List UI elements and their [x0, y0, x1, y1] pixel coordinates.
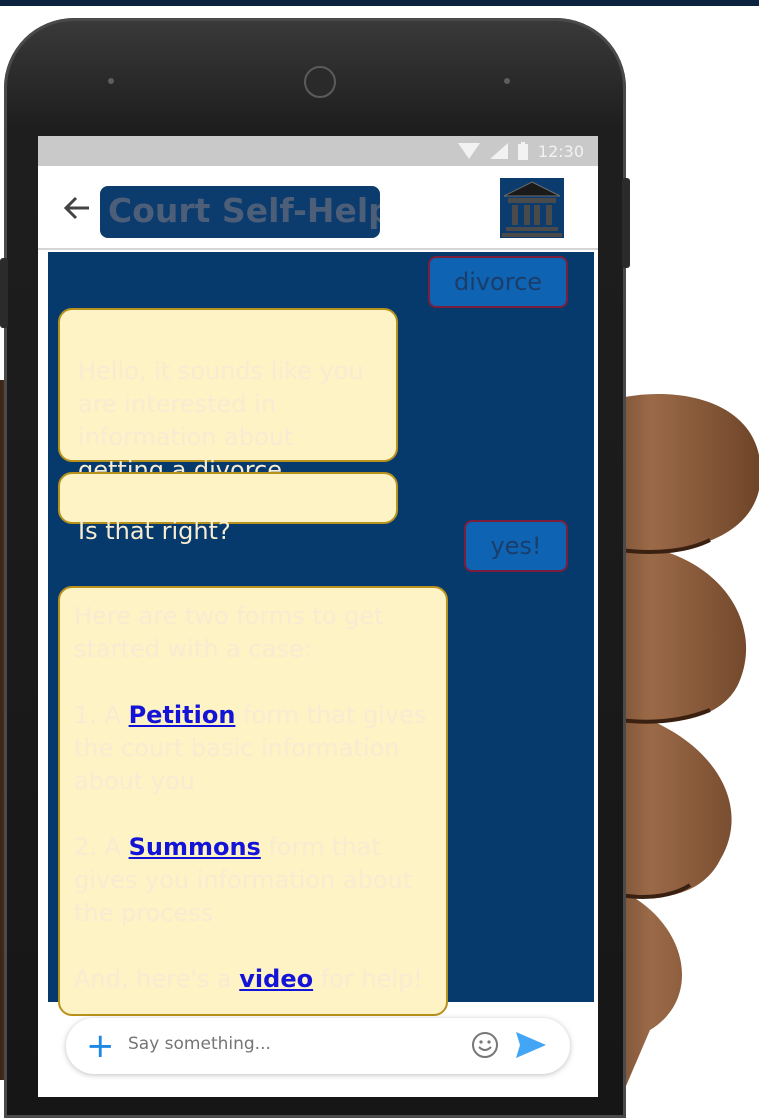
phone-frame: 12:30 Court Self-Help divorce Hello, it …	[0, 18, 630, 1118]
summons-link[interactable]: Summons	[129, 833, 261, 861]
plus-icon[interactable]: +	[86, 1026, 115, 1066]
send-icon[interactable]	[514, 1030, 548, 1060]
forms-item-2: 2. A Summons form that gives you informa…	[74, 831, 432, 930]
outro-prefix: And, here's a	[74, 965, 240, 993]
top-banner-strip	[0, 0, 759, 6]
forms-outro: And, here's a video for help!	[74, 963, 432, 996]
message-input-bar: +	[66, 1018, 570, 1074]
signal-icon	[489, 143, 508, 159]
power-button	[622, 178, 630, 268]
status-bar: 12:30	[38, 136, 598, 166]
status-time: 12:30	[537, 141, 584, 161]
phone-screen: 12:30 Court Self-Help divorce Hello, it …	[38, 136, 598, 1097]
forms-item-1: 1. A Petition form that gives the court …	[74, 699, 432, 798]
video-link[interactable]: video	[239, 965, 313, 993]
outro-suffix: for help!	[313, 965, 423, 993]
bot-message-forms: Here are two forms to get started with a…	[58, 586, 448, 1016]
chat-area[interactable]: divorce Hello, it sounds like you are in…	[48, 252, 594, 1016]
bot-message-greeting: Hello, it sounds like you are interested…	[58, 308, 398, 484]
item-1-prefix: 1. A	[74, 701, 129, 729]
user-message-yes: yes!	[464, 520, 568, 572]
message-input[interactable]	[126, 1033, 460, 1055]
front-camera-icon	[304, 66, 336, 98]
speaker-dot	[108, 78, 114, 84]
item-2-prefix: 2. A	[74, 833, 129, 861]
bot-message-text: Hello, it sounds like you are interested…	[78, 357, 364, 484]
bot-message-text: Is that right?	[78, 517, 231, 545]
user-message-text: divorce	[453, 268, 543, 296]
app-header: Court Self-Help	[38, 166, 598, 250]
courthouse-icon[interactable]	[500, 178, 564, 238]
user-message-text: yes!	[490, 532, 542, 560]
sensor-dot	[504, 78, 510, 84]
emoji-icon[interactable]	[470, 1030, 500, 1060]
battery-icon	[517, 142, 528, 160]
page-title: Court Self-Help	[108, 191, 380, 230]
petition-link[interactable]: Petition	[129, 701, 236, 729]
bot-message-confirm: Is that right?	[58, 472, 398, 545]
forms-intro: Here are two forms to get started with a…	[74, 602, 384, 663]
title-box: Court Self-Help	[100, 186, 380, 238]
back-arrow-icon[interactable]	[62, 188, 102, 228]
user-message-divorce: divorce	[428, 256, 568, 308]
volume-button	[0, 258, 8, 328]
wifi-icon	[457, 143, 480, 159]
